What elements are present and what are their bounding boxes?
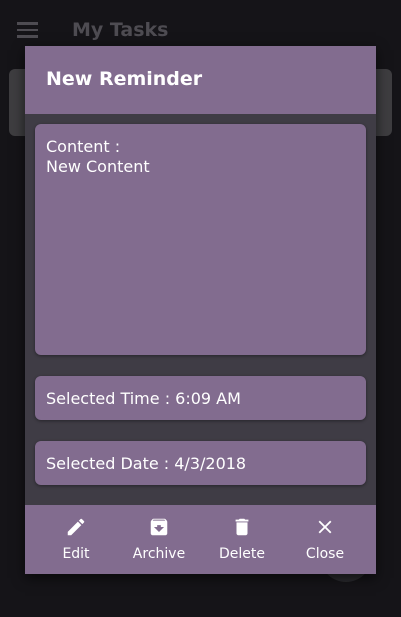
close-label: Close <box>305 546 345 562</box>
screen: My Tasks New Reminder Content : New Cont… <box>0 0 401 617</box>
close-button[interactable]: Close <box>281 505 369 574</box>
app-title: My Tasks <box>72 19 169 41</box>
content-value: New Content <box>46 157 150 176</box>
reminder-dialog: New Reminder Content : New Content Selec… <box>25 46 376 574</box>
delete-button[interactable]: Delete <box>198 505 286 574</box>
dialog-title: New Reminder <box>46 68 203 90</box>
edit-button[interactable]: Edit <box>32 505 120 574</box>
action-bar: Edit Archive Delete Close <box>25 505 376 574</box>
selected-date-text: Selected Date : 4/3/2018 <box>46 454 247 473</box>
trash-icon <box>235 518 249 536</box>
selected-time-text: Selected Time : 6:09 AM <box>46 389 241 408</box>
edit-label: Edit <box>62 546 90 562</box>
delete-label: Delete <box>219 546 265 562</box>
close-icon <box>318 520 332 534</box>
pencil-icon <box>67 518 85 536</box>
content-label: Content : <box>46 137 121 156</box>
menu-icon[interactable] <box>17 22 38 38</box>
archive-icon <box>150 518 168 536</box>
archive-button[interactable]: Archive <box>115 505 203 574</box>
selected-time-card: Selected Time : 6:09 AM <box>35 376 366 420</box>
content-card: Content : New Content <box>35 124 366 355</box>
selected-date-card: Selected Date : 4/3/2018 <box>35 441 366 485</box>
dialog-header: New Reminder <box>25 46 376 114</box>
archive-label: Archive <box>132 546 186 562</box>
